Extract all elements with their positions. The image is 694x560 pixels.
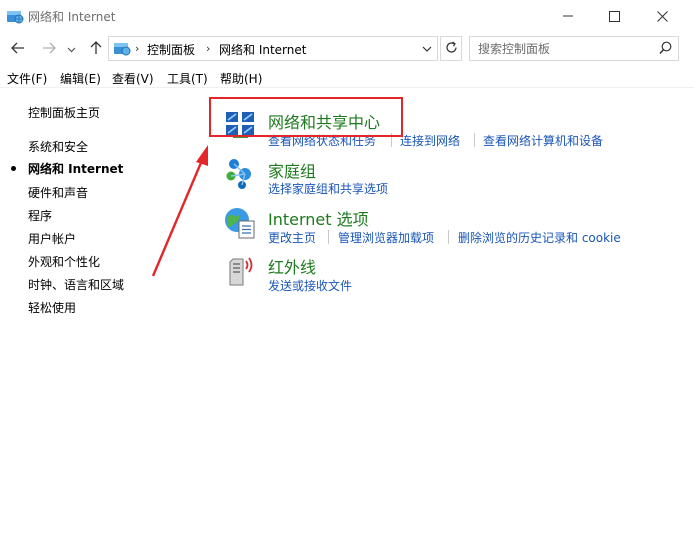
refresh-button[interactable] (440, 36, 462, 61)
sidebar-item-appearance[interactable]: 外观和个性化 (28, 253, 100, 270)
active-bullet-icon (11, 166, 16, 171)
arrow-up-icon (90, 40, 102, 58)
link-connect-network[interactable]: 连接到网络 (400, 132, 460, 149)
category-title-infrared[interactable]: 红外线 (268, 254, 316, 278)
recent-locations-button[interactable] (63, 38, 79, 60)
internet-options-icon (222, 205, 258, 241)
category-title-homegroup[interactable]: 家庭组 (268, 158, 316, 182)
sidebar-item-system-security[interactable]: 系统和安全 (28, 138, 88, 155)
sidebar-item-programs[interactable]: 程序 (28, 207, 52, 224)
window-title: 网络和 Internet (28, 10, 116, 24)
sidebar-item-ease-of-access[interactable]: 轻松使用 (28, 299, 76, 316)
arrow-left-icon (11, 42, 25, 57)
menu-view[interactable]: 查看(V) (112, 70, 154, 87)
link-view-network-computers[interactable]: 查看网络计算机和设备 (483, 132, 603, 149)
up-button[interactable] (85, 38, 107, 60)
annotation-highlight-box (209, 97, 403, 137)
title-bar: 网络和 Internet (0, 0, 694, 32)
link-manage-addons[interactable]: 管理浏览器加载项 (338, 229, 434, 246)
forward-button[interactable] (38, 38, 60, 60)
link-separator (474, 133, 475, 147)
address-bar[interactable]: › 控制面板 › 网络和 Internet (108, 36, 438, 61)
minimize-button[interactable] (545, 0, 591, 32)
link-separator (448, 230, 449, 244)
breadcrumb-control-panel[interactable]: 控制面板 (147, 41, 195, 58)
search-box[interactable] (469, 36, 679, 61)
link-delete-history[interactable]: 删除浏览的历史记录和 cookie (458, 229, 621, 246)
chevron-down-icon (67, 42, 76, 56)
network-folder-icon (6, 8, 24, 24)
menu-file[interactable]: 文件(F) (7, 70, 47, 87)
sidebar-item-clock-region[interactable]: 时钟、语言和区域 (28, 276, 124, 293)
homegroup-icon (223, 156, 259, 192)
maximize-button[interactable] (591, 0, 637, 32)
breadcrumb-separator-icon: › (135, 42, 140, 55)
menu-bar: 文件(F) 编辑(E) 查看(V) 工具(T) 帮助(H) (0, 66, 694, 88)
infrared-icon (224, 253, 260, 289)
sidebar-item-network-internet[interactable]: 网络和 Internet (28, 160, 123, 177)
chevron-down-icon (422, 46, 432, 52)
breadcrumb-network-internet[interactable]: 网络和 Internet (219, 41, 306, 58)
control-panel-icon (113, 40, 131, 56)
back-button[interactable] (7, 38, 29, 60)
sidebar-item-user-accounts[interactable]: 用户帐户 (28, 230, 76, 247)
link-send-receive-files[interactable]: 发送或接收文件 (268, 277, 352, 294)
sidebar-item-hardware-sound[interactable]: 硬件和声音 (28, 184, 88, 201)
menu-edit[interactable]: 编辑(E) (60, 70, 101, 87)
link-separator (328, 230, 329, 244)
category-title-internet-options[interactable]: Internet 选项 (268, 206, 369, 230)
address-dropdown-button[interactable] (419, 40, 435, 58)
close-button[interactable] (639, 0, 685, 32)
menu-tools[interactable]: 工具(T) (167, 70, 208, 87)
arrow-right-icon (42, 42, 56, 57)
search-icon[interactable] (659, 41, 672, 58)
breadcrumb-separator-icon: › (206, 42, 211, 55)
sidebar-item-control-panel-home[interactable]: 控制面板主页 (28, 104, 100, 121)
address-toolbar: › 控制面板 › 网络和 Internet (0, 32, 694, 66)
menu-help[interactable]: 帮助(H) (220, 70, 262, 87)
link-change-homepage[interactable]: 更改主页 (268, 229, 316, 246)
link-homegroup-sharing[interactable]: 选择家庭组和共享选项 (268, 180, 388, 197)
search-input[interactable] (470, 37, 650, 60)
refresh-icon (445, 41, 458, 57)
